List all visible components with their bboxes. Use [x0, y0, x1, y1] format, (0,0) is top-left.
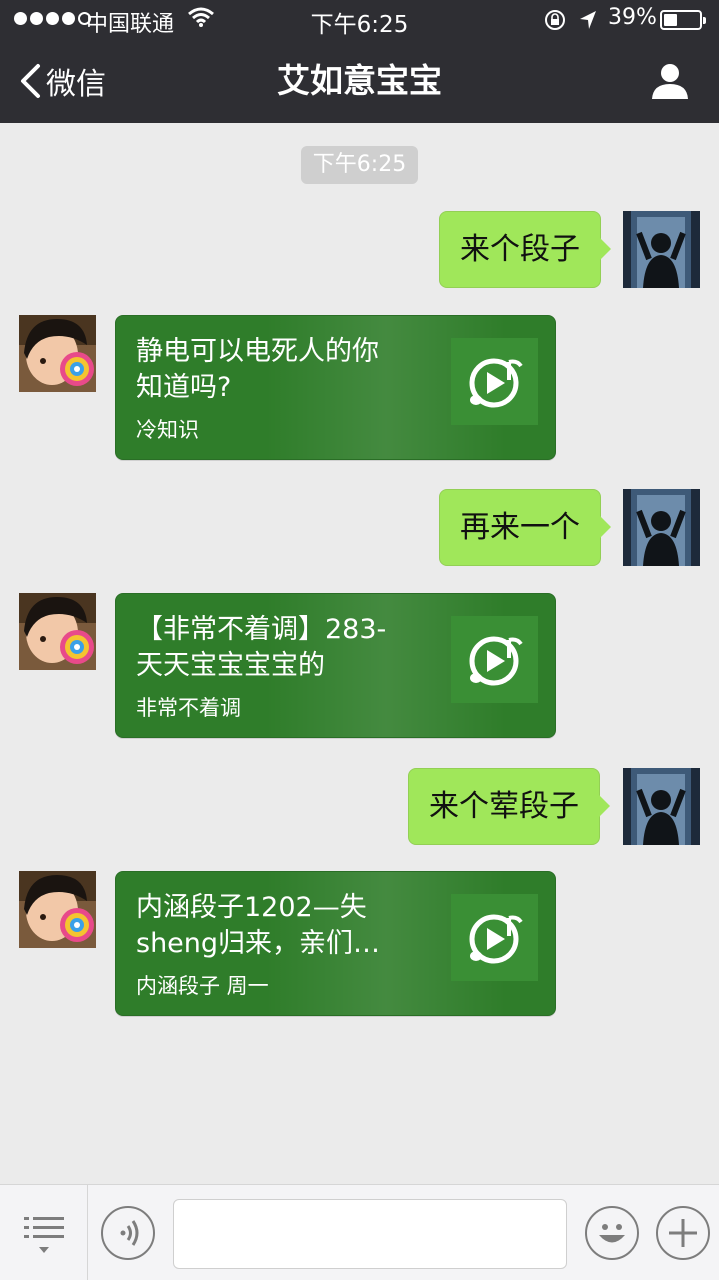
my-avatar[interactable]: [623, 768, 700, 845]
message-text: 来个段子: [460, 232, 580, 267]
battery-icon: [660, 10, 706, 30]
plus-icon: [669, 1219, 697, 1247]
contact-avatar[interactable]: [19, 593, 96, 670]
message-text: 来个荤段子: [429, 789, 579, 824]
music-play-icon[interactable]: [451, 338, 538, 425]
my-avatar[interactable]: [623, 489, 700, 566]
person-icon[interactable]: [650, 62, 690, 100]
outgoing-message[interactable]: 来个荤段子: [408, 768, 610, 845]
smiley-icon: [599, 1224, 625, 1243]
my-avatar[interactable]: [623, 211, 700, 288]
input-bar: [0, 1184, 719, 1280]
status-bar: 中国联通 下午6:25 39%: [0, 0, 719, 40]
card-title: 【非常不着调】283- 天天宝宝宝宝的: [136, 614, 387, 681]
card-source: 非常不着调: [136, 696, 241, 720]
card-source: 冷知识: [136, 418, 199, 442]
card-source: 内涵段子 周一: [136, 974, 269, 998]
contact-avatar[interactable]: [19, 871, 96, 948]
incoming-music-card[interactable]: 【非常不着调】283- 天天宝宝宝宝的 非常不着调: [115, 593, 556, 738]
incoming-music-card[interactable]: 静电可以电死人的你 知道吗? 冷知识: [115, 315, 556, 460]
timestamp-pill: 下午6:25: [301, 146, 418, 184]
message-input[interactable]: [173, 1199, 567, 1269]
location-icon: [580, 11, 596, 29]
music-play-icon[interactable]: [451, 894, 538, 981]
voice-button[interactable]: [101, 1206, 155, 1260]
plus-button[interactable]: [656, 1206, 710, 1260]
emoji-button[interactable]: [585, 1206, 639, 1260]
chat-area[interactable]: 下午6:25 来个段子 静电可以电死人的你 知道吗? 冷知识 再来一个 【非常不…: [0, 123, 719, 1184]
battery-percent: 39%: [608, 5, 657, 30]
orientation-lock-icon: [545, 10, 565, 30]
voice-icon: [120, 1220, 139, 1246]
list-menu-icon: [24, 1217, 64, 1253]
chat-title: 艾如意宝宝: [277, 61, 442, 100]
outgoing-message[interactable]: 再来一个: [439, 489, 611, 566]
incoming-music-card[interactable]: 内涵段子1202—失 sheng归来，亲们… 内涵段子 周一: [115, 871, 556, 1016]
top-bar: 中国联通 下午6:25 39% 微信 艾如意宝宝: [0, 0, 719, 123]
card-title: 静电可以电死人的你 知道吗?: [136, 336, 379, 403]
music-play-icon[interactable]: [451, 616, 538, 703]
contact-avatar[interactable]: [19, 315, 96, 392]
menu-button[interactable]: [0, 1185, 88, 1280]
outgoing-message[interactable]: 来个段子: [439, 211, 611, 288]
message-text: 再来一个: [460, 510, 580, 545]
card-title: 内涵段子1202—失 sheng归来，亲们…: [136, 892, 381, 959]
